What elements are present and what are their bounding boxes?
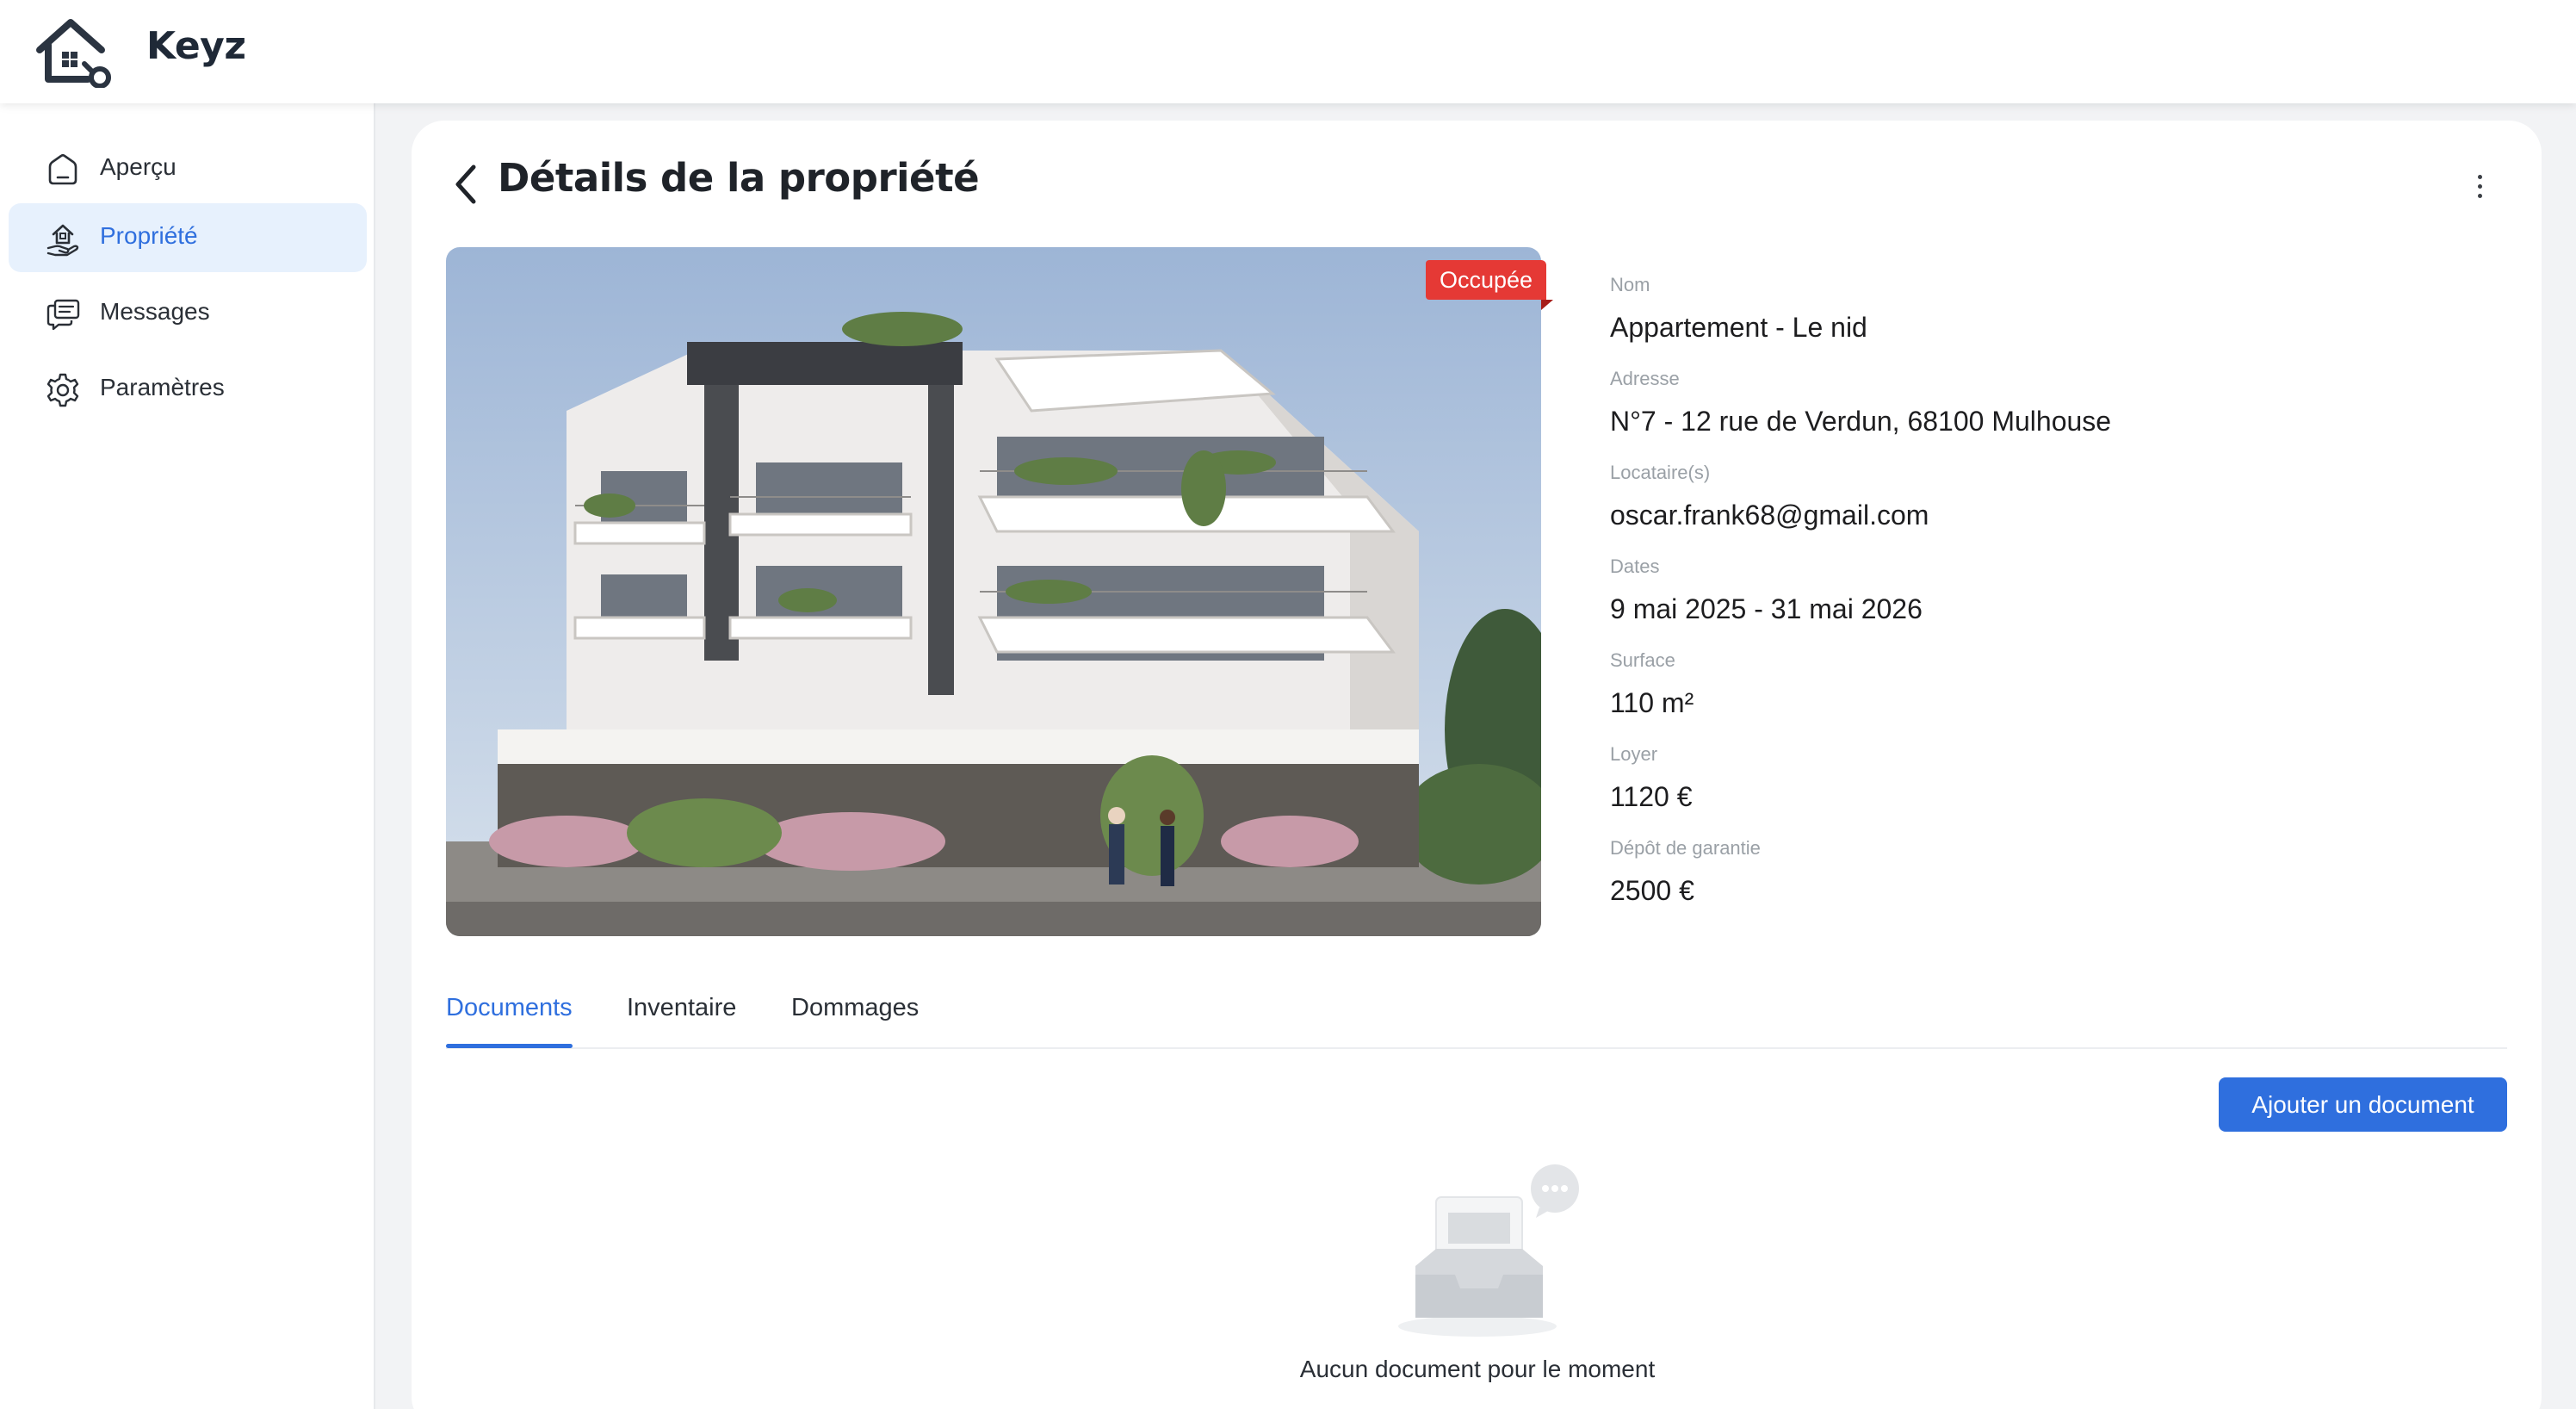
rent-label: Loyer	[1610, 743, 1658, 765]
surface-label: Surface	[1610, 649, 1675, 671]
sidebar-item-label: Propriété	[100, 222, 198, 249]
app-name: Keyz	[146, 24, 246, 68]
name-value: Appartement - Le nid	[1610, 312, 1867, 343]
status-badge: Occupée	[1426, 260, 1547, 300]
sidebar: Aperçu Propriété Messages Paramètres	[0, 103, 375, 1409]
empty-state-text: Aucun document pour le moment	[1299, 1356, 1656, 1382]
address-value: N°7 - 12 rue de Verdun, 68100 Mulhouse	[1610, 406, 2112, 437]
dates-value: 9 mai 2025 - 31 mai 2026	[1610, 593, 1923, 624]
tenants-label: Locataire(s)	[1610, 462, 1711, 483]
name-label: Nom	[1610, 274, 1650, 295]
add-document-button[interactable]: Ajouter un document	[2219, 1077, 2507, 1132]
surface-value: 110 m²	[1610, 687, 1694, 718]
sidebar-item-label: Messages	[100, 298, 210, 325]
address-label: Adresse	[1610, 368, 1680, 389]
sidebar-item-messages[interactable]: Messages	[9, 279, 367, 348]
tab-documents[interactable]: Documents	[446, 994, 573, 1022]
tab-inventaire[interactable]: Inventaire	[627, 994, 736, 1022]
sidebar-item-label: Paramètres	[100, 374, 225, 400]
chevron-left-icon[interactable]	[446, 160, 489, 208]
property-photo	[446, 247, 1541, 936]
top-bar: Keyz	[0, 0, 2576, 103]
more-vertical-icon[interactable]	[2464, 169, 2495, 203]
page-title: Détails de la propriété	[498, 155, 980, 201]
deposit-label: Dépôt de garantie	[1610, 837, 1761, 859]
rent-value: 1120 €	[1610, 781, 1693, 812]
empty-inbox-icon	[1398, 1164, 1579, 1337]
tab-dommages[interactable]: Dommages	[791, 994, 919, 1022]
property-key-icon	[46, 224, 79, 257]
sidebar-item-parametres[interactable]: Paramètres	[9, 355, 367, 424]
status-badge-tail	[1541, 300, 1553, 310]
tenants-value: oscar.frank68@gmail.com	[1610, 500, 1929, 531]
home-icon	[48, 153, 77, 185]
active-tab-indicator	[446, 1044, 573, 1048]
gear-icon	[46, 373, 79, 407]
sidebar-item-propriete[interactable]: Propriété	[9, 203, 367, 272]
dates-label: Dates	[1610, 556, 1660, 577]
sidebar-item-apercu[interactable]: Aperçu	[9, 134, 367, 203]
deposit-value: 2500 €	[1610, 875, 1694, 906]
house-key-icon[interactable]	[34, 16, 114, 88]
chat-icon	[46, 299, 80, 331]
sidebar-item-label: Aperçu	[100, 153, 176, 180]
tabs-divider	[446, 1047, 2507, 1049]
